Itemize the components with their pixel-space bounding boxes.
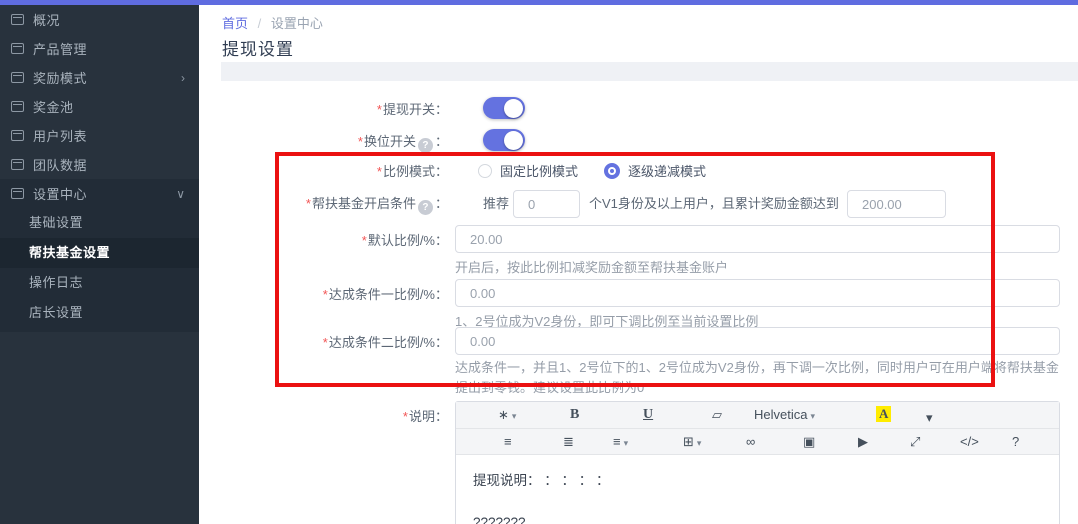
sidebar-item-basic-settings[interactable]: 基础设置	[0, 208, 199, 238]
font-color-button[interactable]: A	[876, 406, 891, 422]
underline-button[interactable]: U	[643, 407, 653, 423]
rich-text-editor: ∗▾ B U ▱ Helvetica▾ A ▾ ≡ ≣ ≡▾ ⊞▾ ∞ ▣ ▶ …	[455, 401, 1060, 524]
sidebar-item-label: 设置中心	[33, 184, 176, 203]
breadcrumb-separator: /	[258, 16, 262, 31]
required-mark: *	[377, 164, 382, 179]
caret-down-icon: ▾	[624, 438, 629, 448]
menu-icon	[11, 43, 24, 54]
sidebar-item-product-management[interactable]: 产品管理	[0, 34, 199, 63]
chevron-right-icon: ›	[181, 71, 185, 85]
required-mark: *	[358, 134, 363, 149]
swap-switch-label: *换位开关?：	[199, 131, 448, 153]
radio-fixed-ratio-label[interactable]: 固定比例模式	[500, 161, 578, 180]
sidebar-item-label: 奖金池	[33, 97, 185, 116]
ordered-list-button[interactable]: ≣	[563, 434, 574, 450]
eraser-button[interactable]: ▱	[712, 407, 722, 423]
menu-icon	[11, 101, 24, 112]
recommend-count-input[interactable]	[513, 190, 580, 218]
breadcrumb-home-link[interactable]: 首页	[222, 16, 248, 31]
link-button[interactable]: ∞	[746, 434, 755, 450]
required-mark: *	[323, 287, 328, 302]
withdraw-switch-label: *提现开关：	[199, 99, 448, 121]
video-button[interactable]: ▶	[858, 434, 868, 450]
condition2-label: *达成条件二比例/%：	[199, 333, 448, 353]
sidebar-item-label: 产品管理	[33, 39, 185, 58]
default-ratio-input[interactable]	[455, 225, 1060, 253]
fund-condition-middle-text: 个V1身份及以上用户，且累计奖励金额达到	[589, 190, 839, 218]
menu-icon	[11, 14, 24, 25]
caret-down-icon: ▾	[697, 438, 702, 448]
editor-text-line: 提现说明： ： ： ： ：	[473, 469, 1042, 489]
picture-button[interactable]: ▣	[803, 434, 815, 450]
swap-toggle[interactable]	[483, 129, 525, 151]
font-family-select[interactable]: Helvetica▾	[754, 407, 815, 424]
sidebar-item-label: 概况	[33, 10, 185, 29]
sidebar-item-support-fund-settings[interactable]: 帮扶基金设置	[0, 238, 199, 268]
editor-text-line: ???????	[473, 515, 1042, 524]
menu-icon	[11, 188, 24, 199]
breadcrumb-current: 设置中心	[271, 16, 323, 31]
sidebar-item-user-list[interactable]: 用户列表	[0, 121, 199, 150]
withdraw-toggle[interactable]	[483, 97, 525, 119]
fund-condition-label: *帮扶基金开启条件?：	[199, 194, 448, 215]
radio-decreasing-mode-selected[interactable]	[604, 163, 620, 179]
menu-icon	[11, 130, 24, 141]
style-magic-button[interactable]: ∗▾	[498, 407, 516, 424]
ratio-mode-radio-group: 固定比例模式 逐级递减模式	[478, 161, 706, 180]
sidebar-item-settings-center[interactable]: 设置中心 ∨	[0, 179, 199, 208]
sidebar-item-operation-log[interactable]: 操作日志	[0, 268, 199, 298]
editor-toolbar-row2: ≡ ≣ ≡▾ ⊞▾ ∞ ▣ ▶ ⤢ </> ?	[456, 429, 1059, 455]
sidebar-item-label: 奖励模式	[33, 68, 181, 87]
description-label: *说明：	[199, 407, 448, 427]
sidebar-item-label: 团队数据	[33, 155, 185, 174]
condition1-label: *达成条件一比例/%：	[199, 285, 448, 305]
sidebar-group-settings-center: 设置中心 ∨ 基础设置 帮扶基金设置 操作日志 店长设置	[0, 179, 199, 332]
caret-down-icon: ▾	[810, 411, 815, 421]
fullscreen-button[interactable]: ⤢	[910, 434, 920, 450]
reward-amount-input[interactable]	[847, 190, 946, 218]
radio-fixed-ratio-mode[interactable]	[478, 164, 492, 178]
required-mark: *	[306, 196, 311, 211]
default-ratio-hint: 开启后，按此比例扣减奖励金额至帮扶基金账户	[455, 258, 728, 278]
help-icon[interactable]: ?	[418, 138, 433, 153]
sidebar-item-store-manager-settings[interactable]: 店长设置	[0, 298, 199, 328]
breadcrumb: 首页 / 设置中心	[222, 13, 323, 32]
editor-help-button[interactable]: ?	[1012, 434, 1019, 450]
bold-button[interactable]: B	[570, 407, 579, 423]
radio-decreasing-label[interactable]: 逐级递减模式	[628, 161, 706, 180]
sidebar-item-overview[interactable]: 概况	[0, 5, 199, 34]
section-divider-band	[221, 62, 1078, 81]
required-mark: *	[362, 233, 367, 248]
condition1-ratio-input[interactable]	[455, 279, 1060, 307]
sidebar-item-team-data[interactable]: 团队数据	[0, 150, 199, 179]
default-ratio-label: *默认比例/%：	[199, 231, 448, 251]
sidebar: 概况 产品管理 奖励模式 › 奖金池 用户列表 团队数据 设置中心 ∨	[0, 5, 199, 524]
color-caret-button[interactable]: ▾	[926, 410, 933, 426]
editor-content[interactable]: 提现说明： ： ： ： ： ???????	[456, 455, 1059, 524]
fund-condition-prefix: 推荐	[483, 190, 509, 218]
required-mark: *	[377, 102, 382, 117]
sidebar-item-reward-mode[interactable]: 奖励模式 ›	[0, 63, 199, 92]
menu-icon	[11, 72, 24, 83]
help-icon[interactable]: ?	[418, 200, 433, 215]
app-window: 概况 产品管理 奖励模式 › 奖金池 用户列表 团队数据 设置中心 ∨	[0, 0, 1078, 524]
sidebar-item-label: 用户列表	[33, 126, 185, 145]
required-mark: *	[323, 335, 328, 350]
required-mark: *	[403, 409, 408, 424]
main-content: 首页 / 设置中心 提现设置 *提现开关： *换位开关?： *比例模式： 固定比…	[199, 5, 1078, 524]
editor-toolbar-row1: ∗▾ B U ▱ Helvetica▾ A ▾	[456, 402, 1059, 429]
code-view-button[interactable]: </>	[960, 434, 979, 450]
paragraph-align-button[interactable]: ≡▾	[613, 434, 628, 451]
table-button[interactable]: ⊞▾	[683, 434, 701, 451]
condition2-ratio-input[interactable]	[455, 327, 1060, 355]
caret-down-icon: ▾	[512, 411, 517, 421]
sidebar-item-prize-pool[interactable]: 奖金池	[0, 92, 199, 121]
ratio-mode-label: *比例模式：	[199, 163, 448, 181]
unordered-list-button[interactable]: ≡	[504, 434, 512, 450]
chevron-down-icon: ∨	[176, 187, 185, 201]
menu-icon	[11, 159, 24, 170]
condition2-hint: 达成条件一，并且1、2号位下的1、2号位成为V2身份，再下调一次比例，同时用户可…	[455, 358, 1063, 398]
page-title: 提现设置	[222, 35, 294, 60]
